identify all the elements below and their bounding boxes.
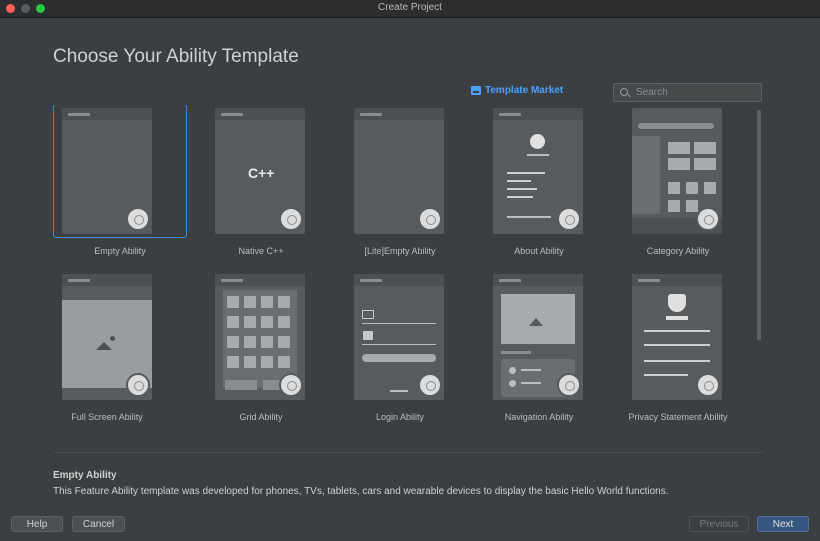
search-input[interactable] [636,85,756,99]
template-market-label: Template Market [485,85,564,96]
grid-cell [261,296,273,308]
template-full-screen-ability[interactable]: Full Screen Ability [54,271,188,431]
search-box[interactable] [613,83,762,102]
template-grid-scrollbar[interactable] [757,110,761,340]
template-lite-empty-ability[interactable]: [Lite]Empty Ability [333,105,467,265]
ability-badge-icon [557,373,581,397]
ability-badge-icon [126,373,150,397]
ability-badge-icon [418,373,442,397]
grid-cell [278,336,290,348]
template-description-text: This Feature Ability template was develo… [53,486,669,497]
template-navigation-ability[interactable]: Navigation Ability [472,271,606,431]
template-label: Navigation Ability [504,412,574,422]
category-search-bar [638,123,714,129]
grid-cell [244,316,256,328]
template-thumbnail [62,274,152,400]
next-button[interactable]: Next [757,516,809,532]
template-thumbnail [632,108,722,234]
template-login-ability[interactable]: Login Ability [333,271,467,431]
grid-cell [227,296,239,308]
image-icon [529,314,545,326]
avatar-icon [530,134,545,149]
template-category-ability[interactable]: Category Ability [611,105,745,265]
template-label: [Lite]Empty Ability [364,246,436,256]
grid-cell [261,336,273,348]
ability-badge-icon [696,207,720,231]
template-grid: Empty Ability C++ Native C++ [Lite]Empty… [40,105,752,451]
grid-cell [244,356,256,368]
search-icon [620,88,628,96]
page-title: Choose Your Ability Template [53,46,299,67]
divider [53,452,765,453]
email-icon [362,310,374,319]
window-title: Create Project [378,2,442,13]
grid-cell [244,296,256,308]
template-label: Grid Ability [239,412,283,422]
template-about-ability[interactable]: About Ability [472,105,606,265]
template-thumbnail [493,274,583,400]
template-thumbnail: C++ [215,108,305,234]
grid-cell [244,336,256,348]
ability-badge-icon [696,373,720,397]
dialog-body: Choose Your Ability Template Template Ma… [0,18,820,541]
grid-cell [278,316,290,328]
template-thumbnail [215,274,305,400]
template-native-cpp[interactable]: C++ Native C++ [194,105,328,265]
image-icon [96,336,118,350]
template-label: Login Ability [375,412,425,422]
grid-cell [278,296,290,308]
template-thumbnail [493,108,583,234]
template-market-link[interactable]: Template Market [471,85,563,96]
ability-badge-icon [557,207,581,231]
store-icon [471,86,481,95]
help-button[interactable]: Help [11,516,63,532]
template-grid-ability[interactable]: Grid Ability [194,271,328,431]
grid-cell [278,356,290,368]
grid-cell [227,316,239,328]
template-privacy-statement-ability[interactable]: Privacy Statement Ability [611,271,745,431]
cancel-button[interactable]: Cancel [72,516,125,532]
grid-cell [261,316,273,328]
title-bar: Create Project [0,0,820,18]
template-label: About Ability [514,246,564,256]
template-label: Full Screen Ability [71,412,143,422]
template-thumbnail [632,274,722,400]
ability-badge-icon [126,207,150,231]
ability-badge-icon [279,373,303,397]
template-label: Empty Ability [94,246,146,256]
grid-cell [227,336,239,348]
template-empty-ability[interactable]: Empty Ability [40,105,187,265]
template-label: Native C++ [238,246,284,256]
previous-button[interactable]: Previous [689,516,749,532]
grid-cell [261,356,273,368]
template-label: Category Ability [646,246,710,256]
template-thumbnail [354,274,444,400]
grid-cell [227,356,239,368]
template-label: Privacy Statement Ability [628,412,728,422]
template-thumbnail [62,108,152,234]
template-thumbnail [354,108,444,234]
lock-icon [363,331,373,340]
shield-icon [668,294,686,312]
cpp-icon: C++ [248,165,275,181]
ability-badge-icon [279,207,303,231]
ability-badge-icon [418,207,442,231]
template-description-title: Empty Ability [53,470,117,481]
